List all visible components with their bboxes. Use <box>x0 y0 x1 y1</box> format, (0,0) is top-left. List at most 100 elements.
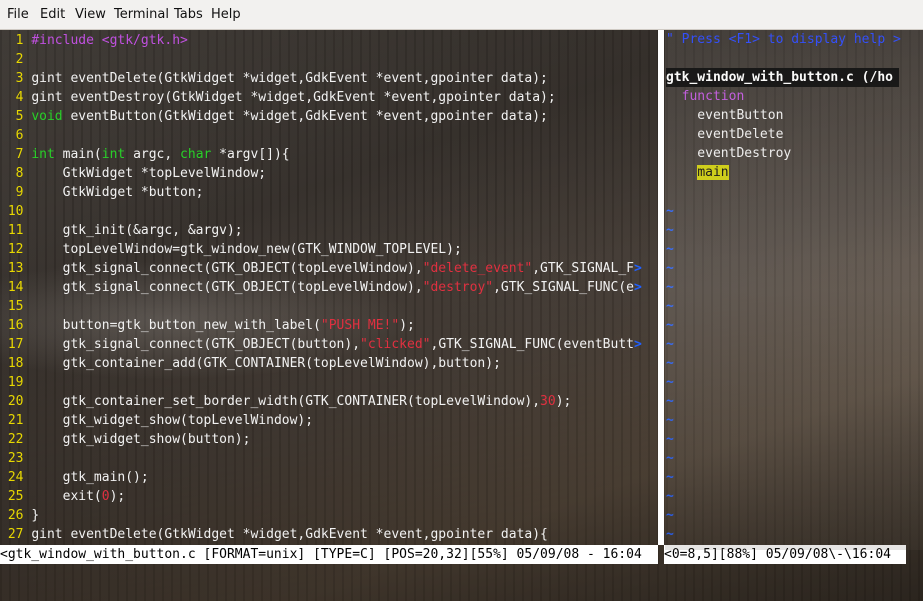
code-token: exit( <box>31 489 102 504</box>
code-token: gtk_signal_connect(GTK_OBJECT(topLevelWi… <box>31 280 423 295</box>
line-number: 27 <box>7 527 24 542</box>
code-token: 30 <box>540 394 556 409</box>
empty-line-tilde: ~ <box>666 261 674 276</box>
menu-help[interactable]: Help <box>211 7 241 22</box>
empty-line-tilde: ~ <box>666 489 674 504</box>
empty-line-tilde: ~ <box>666 451 674 466</box>
empty-line-tilde: ~ <box>666 337 674 352</box>
code-line[interactable]: 12 topLevelWindow=gtk_window_new(GTK_WIN… <box>0 240 658 259</box>
line-number: 11 <box>7 223 24 238</box>
code-token: "destroy" <box>422 280 494 295</box>
empty-line-tilde: ~ <box>666 356 674 371</box>
empty-line-tilde: ~ <box>666 318 674 333</box>
code-line[interactable]: 25 exit(0); <box>0 487 658 506</box>
code-line[interactable]: 15 <box>0 297 658 316</box>
taglist-kind-function[interactable]: function <box>666 87 906 106</box>
line-number: 4 <box>15 90 24 105</box>
line-overflow-marker: > <box>634 337 642 352</box>
menu-edit[interactable]: Edit <box>40 7 65 22</box>
code-token: ); <box>399 318 415 333</box>
taglist-file-header[interactable]: gtk_window_with_button.c (/ho <box>666 68 899 87</box>
code-line[interactable]: 20 gtk_container_set_border_width(GTK_CO… <box>0 392 658 411</box>
code-token: gtk_signal_connect(GTK_OBJECT(button), <box>31 337 361 352</box>
code-token: eventButton(GtkWidget *widget,GdkEvent *… <box>62 109 548 124</box>
code-line[interactable]: 5 void eventButton(GtkWidget *widget,Gdk… <box>0 107 658 126</box>
menu-terminal[interactable]: Terminal <box>114 7 169 22</box>
line-number: 26 <box>7 508 24 523</box>
code-line[interactable]: 26 } <box>0 506 658 525</box>
code-line[interactable]: 6 <box>0 126 658 145</box>
code-token: 0 <box>101 489 110 504</box>
menu-bar: File Edit View Terminal Tabs Help <box>0 0 923 30</box>
line-number: 19 <box>7 375 24 390</box>
code-token: } <box>31 508 40 523</box>
code-token: GtkWidget *topLevelWindow; <box>31 166 267 181</box>
code-token: button=gtk_button_new_with_label( <box>31 318 321 333</box>
code-line[interactable]: 8 GtkWidget *topLevelWindow; <box>0 164 658 183</box>
line-number: 13 <box>7 261 24 276</box>
tag-item[interactable]: eventDestroy <box>666 144 906 163</box>
code-token: ); <box>109 489 126 504</box>
code-line[interactable]: 14 gtk_signal_connect(GTK_OBJECT(topLeve… <box>0 278 658 297</box>
code-line[interactable]: 9 GtkWidget *button; <box>0 183 658 202</box>
code-line[interactable]: 1 #include <gtk/gtk.h> <box>0 31 658 50</box>
code-line[interactable]: 11 gtk_init(&argc, &argv); <box>0 221 658 240</box>
menu-file[interactable]: File <box>7 7 29 22</box>
empty-line-tilde: ~ <box>666 280 674 295</box>
terminal-area[interactable]: 1 #include <gtk/gtk.h> 2 3 gint eventDel… <box>0 30 923 601</box>
code-token: gtk_signal_connect(GTK_OBJECT(topLevelWi… <box>31 261 423 276</box>
menu-tabs[interactable]: Tabs <box>174 7 203 22</box>
code-token: argc, <box>125 147 181 162</box>
code-line[interactable]: 7 int main(int argc, char *argv[]){ <box>0 145 658 164</box>
taglist-help-comment: " Press <F1> to display help > <box>666 32 901 47</box>
code-line[interactable]: 19 <box>0 373 658 392</box>
empty-line-tilde: ~ <box>666 299 674 314</box>
code-token: char <box>180 147 212 162</box>
code-line[interactable]: 22 gtk_widget_show(button); <box>0 430 658 449</box>
tag-item[interactable]: eventButton <box>666 106 906 125</box>
line-number: 21 <box>7 413 24 428</box>
tag-item-selected[interactable]: main <box>697 165 729 180</box>
empty-line-tilde: ~ <box>666 527 674 542</box>
line-number: 8 <box>15 166 24 181</box>
empty-line-tilde: ~ <box>666 470 674 485</box>
code-line[interactable]: 18 gtk_container_add(GTK_CONTAINER(topLe… <box>0 354 658 373</box>
empty-line-tilde: ~ <box>666 394 674 409</box>
line-number: 9 <box>15 185 24 200</box>
code-line[interactable]: 16 button=gtk_button_new_with_label("PUS… <box>0 316 658 335</box>
code-line[interactable]: 27 gint eventDelete(GtkWidget *widget,Gd… <box>0 525 658 544</box>
empty-line-tilde: ~ <box>666 223 674 238</box>
line-number: 15 <box>7 299 24 314</box>
code-token: *argv[]){ <box>211 147 290 162</box>
line-number: 14 <box>7 280 24 295</box>
code-line[interactable]: 23 <box>0 449 658 468</box>
code-token: gint eventDelete(GtkWidget *widget,GdkEv… <box>31 527 548 542</box>
code-token: "delete_event" <box>422 261 533 276</box>
empty-line-tilde: ~ <box>666 242 674 257</box>
code-token: main( <box>54 147 102 162</box>
tag-item[interactable]: eventDelete <box>666 125 906 144</box>
status-line-right: <0=8,5][88%] 05/09/08\-\16:04 <box>664 545 906 564</box>
line-number: 2 <box>15 52 24 67</box>
code-line[interactable]: 10 <box>0 202 658 221</box>
tag-item-selected-row[interactable]: main <box>666 163 906 182</box>
menu-view[interactable]: View <box>75 7 106 22</box>
line-number: 18 <box>7 356 24 371</box>
code-line[interactable]: 17 gtk_signal_connect(GTK_OBJECT(button)… <box>0 335 658 354</box>
code-line[interactable]: 3 gint eventDelete(GtkWidget *widget,Gdk… <box>0 69 658 88</box>
line-overflow-marker: > <box>634 280 642 295</box>
code-line[interactable]: 4 gint eventDestroy(GtkWidget *widget,Gd… <box>0 88 658 107</box>
code-line[interactable]: 24 gtk_main(); <box>0 468 658 487</box>
code-line[interactable]: 2 <box>0 50 658 69</box>
code-token: ,GTK_SIGNAL_FUNC(e <box>493 280 634 295</box>
code-token: ); <box>555 394 572 409</box>
line-number: 1 <box>15 33 24 48</box>
code-line[interactable]: 21 gtk_widget_show(topLevelWindow); <box>0 411 658 430</box>
code-line[interactable]: 13 gtk_signal_connect(GTK_OBJECT(topLeve… <box>0 259 658 278</box>
code-token: #include <gtk/gtk.h> <box>31 33 188 48</box>
line-number: 24 <box>7 470 24 485</box>
split-separator[interactable] <box>658 30 664 545</box>
code-token: int <box>101 147 126 162</box>
empty-line-tilde: ~ <box>666 413 674 428</box>
code-token: gtk_widget_show(button); <box>31 432 251 447</box>
